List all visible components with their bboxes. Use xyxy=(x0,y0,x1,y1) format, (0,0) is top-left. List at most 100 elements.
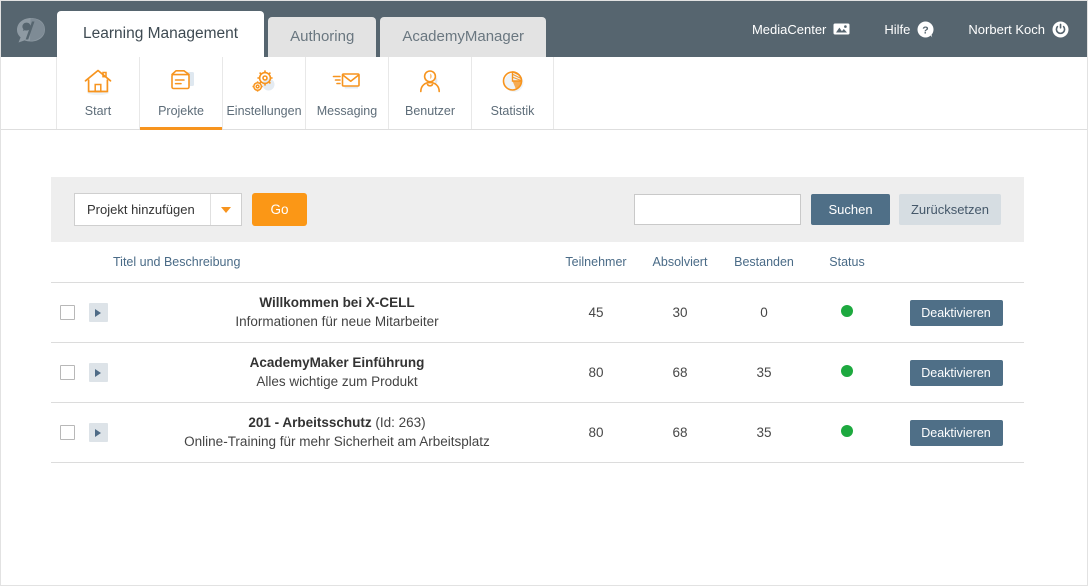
row-expand-cell xyxy=(83,283,113,343)
project-title[interactable]: Willkommen bei X-CELL xyxy=(121,293,553,313)
application-window: Learning Management Authoring AcademyMan… xyxy=(0,0,1088,586)
table-header-row: Titel und Beschreibung Teilnehmer Absolv… xyxy=(51,255,1024,283)
table-row: 201 - Arbeitsschutz (Id: 263) Online-Tra… xyxy=(51,403,1024,463)
svg-text:?: ? xyxy=(923,24,929,36)
primary-tab-strip: Learning Management Authoring AcademyMan… xyxy=(57,1,550,57)
row-select-cell xyxy=(51,403,83,463)
column-header-expand xyxy=(83,255,113,283)
row-title-cell: Willkommen bei X-CELL Informationen für … xyxy=(113,283,554,343)
envelope-mail-icon xyxy=(330,65,364,99)
power-logout-icon xyxy=(1052,21,1069,38)
toolbar-right-group: Suchen Zurücksetzen xyxy=(634,194,1001,225)
row-checkbox[interactable] xyxy=(60,365,75,380)
deactivate-button[interactable]: Deaktivieren xyxy=(910,300,1003,326)
media-image-icon xyxy=(833,22,850,36)
row-action-cell: Deaktivieren xyxy=(888,343,1024,403)
expand-row-button[interactable] xyxy=(89,303,108,322)
project-description: Alles wichtige zum Produkt xyxy=(121,372,553,392)
go-button[interactable]: Go xyxy=(252,193,307,226)
project-id-text: (Id: 263) xyxy=(372,415,426,430)
expand-row-button[interactable] xyxy=(89,363,108,382)
add-project-select-value: Projekt hinzufügen xyxy=(75,202,210,217)
column-header-status[interactable]: Status xyxy=(806,255,888,283)
mediacenter-label: MediaCenter xyxy=(752,22,826,37)
project-description: Informationen für neue Mitarbeiter xyxy=(121,312,553,332)
projects-table: Titel und Beschreibung Teilnehmer Absolv… xyxy=(51,255,1024,463)
row-absolviert: 68 xyxy=(638,343,722,403)
username-label: Norbert Koch xyxy=(968,22,1045,37)
row-teilnehmer: 80 xyxy=(554,403,638,463)
project-title-text: 201 - Arbeitsschutz xyxy=(248,415,371,430)
search-button[interactable]: Suchen xyxy=(811,194,890,225)
add-project-select[interactable]: Projekt hinzufügen xyxy=(74,193,242,226)
user-person-icon xyxy=(415,65,445,99)
row-bestanden: 35 xyxy=(722,403,806,463)
column-header-absolviert[interactable]: Absolviert xyxy=(638,255,722,283)
column-header-title[interactable]: Titel und Beschreibung xyxy=(113,255,554,283)
row-select-cell xyxy=(51,283,83,343)
column-header-select xyxy=(51,255,83,283)
nav-item-label: Einstellungen xyxy=(226,104,301,118)
main-content-area: Projekt hinzufügen Go Suchen Zurücksetze… xyxy=(1,130,1087,586)
table-row: Willkommen bei X-CELL Informationen für … xyxy=(51,283,1024,343)
module-navigation-bar: Start Projekte xyxy=(1,57,1087,130)
nav-item-label: Statistik xyxy=(491,104,535,118)
tab-learning-management[interactable]: Learning Management xyxy=(57,11,264,57)
nav-item-label: Start xyxy=(85,104,111,118)
project-title-text: AcademyMaker Einführung xyxy=(250,355,425,370)
nav-item-statistik[interactable]: Statistik xyxy=(471,57,554,129)
top-header-bar: Learning Management Authoring AcademyMan… xyxy=(1,1,1087,57)
nav-item-label: Messaging xyxy=(317,104,377,118)
nav-item-projekte[interactable]: Projekte xyxy=(139,57,222,129)
mediacenter-link[interactable]: MediaCenter xyxy=(752,22,850,37)
project-title[interactable]: 201 - Arbeitsschutz (Id: 263) xyxy=(121,413,553,433)
row-status-cell xyxy=(806,283,888,343)
projects-table-container: Titel und Beschreibung Teilnehmer Absolv… xyxy=(51,255,1024,463)
nav-item-benutzer[interactable]: Benutzer xyxy=(388,57,471,129)
row-bestanden: 0 xyxy=(722,283,806,343)
project-title-text: Willkommen bei X-CELL xyxy=(259,295,414,310)
row-title-cell: 201 - Arbeitsschutz (Id: 263) Online-Tra… xyxy=(113,403,554,463)
reset-button[interactable]: Zurücksetzen xyxy=(899,194,1001,225)
row-expand-cell xyxy=(83,403,113,463)
tab-academymanager[interactable]: AcademyManager xyxy=(380,17,546,57)
status-badge xyxy=(841,305,853,317)
row-expand-cell xyxy=(83,343,113,403)
app-logo[interactable] xyxy=(13,15,49,45)
project-description: Online-Training für mehr Sicherheit am A… xyxy=(121,432,553,452)
nav-item-label: Projekte xyxy=(158,104,204,118)
folder-projects-icon xyxy=(164,65,198,99)
chevron-down-icon[interactable] xyxy=(210,194,241,225)
tab-label: Learning Management xyxy=(83,25,238,42)
deactivate-button[interactable]: Deaktivieren xyxy=(910,360,1003,386)
column-header-actions xyxy=(888,255,1024,283)
nav-item-start[interactable]: Start xyxy=(56,57,139,129)
search-input[interactable] xyxy=(634,194,801,225)
user-account-menu[interactable]: Norbert Koch xyxy=(968,21,1069,38)
gears-settings-icon xyxy=(248,65,280,99)
status-badge xyxy=(841,365,853,377)
row-bestanden: 35 xyxy=(722,343,806,403)
column-header-bestanden[interactable]: Bestanden xyxy=(722,255,806,283)
help-question-icon: ? xyxy=(917,21,934,38)
table-row: AcademyMaker Einführung Alles wichtige z… xyxy=(51,343,1024,403)
row-absolviert: 68 xyxy=(638,403,722,463)
row-teilnehmer: 45 xyxy=(554,283,638,343)
pie-chart-icon xyxy=(498,65,528,99)
tab-label: Authoring xyxy=(290,28,354,45)
tab-authoring[interactable]: Authoring xyxy=(268,17,376,57)
row-teilnehmer: 80 xyxy=(554,343,638,403)
column-header-teilnehmer[interactable]: Teilnehmer xyxy=(554,255,638,283)
nav-item-einstellungen[interactable]: Einstellungen xyxy=(222,57,305,129)
help-label: Hilfe xyxy=(884,22,910,37)
row-checkbox[interactable] xyxy=(60,425,75,440)
status-badge xyxy=(841,425,853,437)
row-status-cell xyxy=(806,403,888,463)
project-title[interactable]: AcademyMaker Einführung xyxy=(121,353,553,373)
header-utility-menu: MediaCenter Hilfe ? xyxy=(718,1,1069,57)
nav-item-messaging[interactable]: Messaging xyxy=(305,57,388,129)
help-link[interactable]: Hilfe ? xyxy=(884,21,934,38)
deactivate-button[interactable]: Deaktivieren xyxy=(910,420,1003,446)
expand-row-button[interactable] xyxy=(89,423,108,442)
row-checkbox[interactable] xyxy=(60,305,75,320)
